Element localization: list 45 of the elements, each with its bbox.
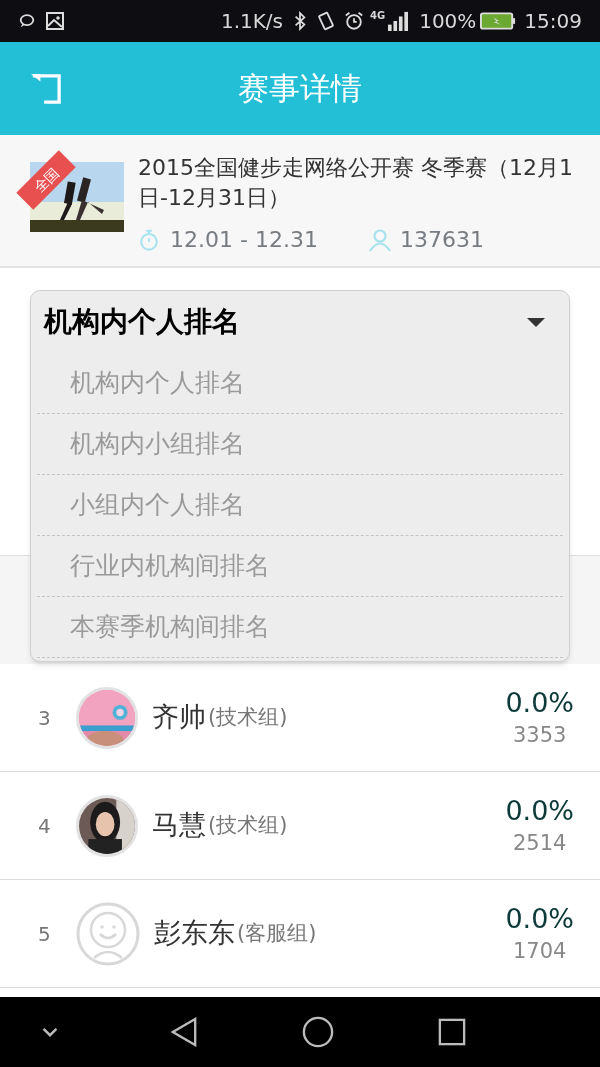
- vibrate-icon: [316, 11, 336, 31]
- dropdown-option[interactable]: 行业内机构间排名: [37, 536, 563, 597]
- participant-count: 137631: [399, 226, 484, 254]
- page-title: 赛事详情: [238, 70, 362, 107]
- dropdown-option[interactable]: 本赛季机构间排名: [37, 597, 563, 658]
- step-count: 1704: [512, 937, 567, 965]
- chevron-down-icon[interactable]: [42, 1027, 58, 1037]
- badge-label: 全国: [31, 165, 61, 195]
- network-speed: 1.1K/s: [220, 8, 283, 35]
- dropdown-caret-icon: [527, 317, 545, 327]
- rank-number: 3: [38, 704, 52, 732]
- completion-rate: 0.0%: [505, 793, 574, 828]
- member-name: 齐帅: [152, 700, 206, 735]
- stopwatch-icon: [138, 228, 160, 251]
- rank-number: 5: [38, 920, 52, 948]
- recents-icon[interactable]: [438, 1018, 466, 1046]
- person-icon: [367, 227, 392, 252]
- dropdown-option[interactable]: 小组内个人排名: [37, 475, 563, 536]
- home-icon[interactable]: [302, 1016, 334, 1048]
- dropdown-option[interactable]: 机构内小组排名: [37, 414, 563, 475]
- signal-icon: [387, 11, 410, 31]
- ranking-select[interactable]: 机构内个人排名: [31, 291, 569, 353]
- completion-rate: 0.0%: [505, 901, 574, 936]
- group-name: (客服组): [237, 919, 317, 947]
- image-icon: [45, 11, 65, 31]
- step-count: 3353: [512, 721, 567, 749]
- event-dates: 12.01 - 12.31: [170, 226, 318, 254]
- group-name: (技术组): [208, 811, 288, 839]
- battery-percent: 100%: [419, 8, 477, 35]
- member-name: 彭东东: [154, 916, 235, 951]
- network-type: 4G: [370, 11, 386, 21]
- bluetooth-icon: [293, 11, 307, 31]
- message-icon: [18, 12, 36, 30]
- event-title: 2015全国健步走网络公开赛 冬季赛（12月1日-12月31日）: [138, 154, 574, 212]
- member-name: 马慧: [152, 808, 206, 843]
- dropdown-option[interactable]: 机构内个人排名: [37, 353, 563, 414]
- rank-number: 4: [38, 812, 52, 840]
- back-icon: [29, 73, 63, 104]
- clock: 15:09: [524, 8, 582, 35]
- back-nav-icon[interactable]: [170, 1017, 198, 1047]
- completion-rate: 0.0%: [505, 685, 574, 720]
- group-name: (技术组): [208, 703, 288, 731]
- battery-icon: [480, 12, 517, 30]
- step-count: 2514: [512, 829, 567, 857]
- alarm-icon: [344, 11, 364, 31]
